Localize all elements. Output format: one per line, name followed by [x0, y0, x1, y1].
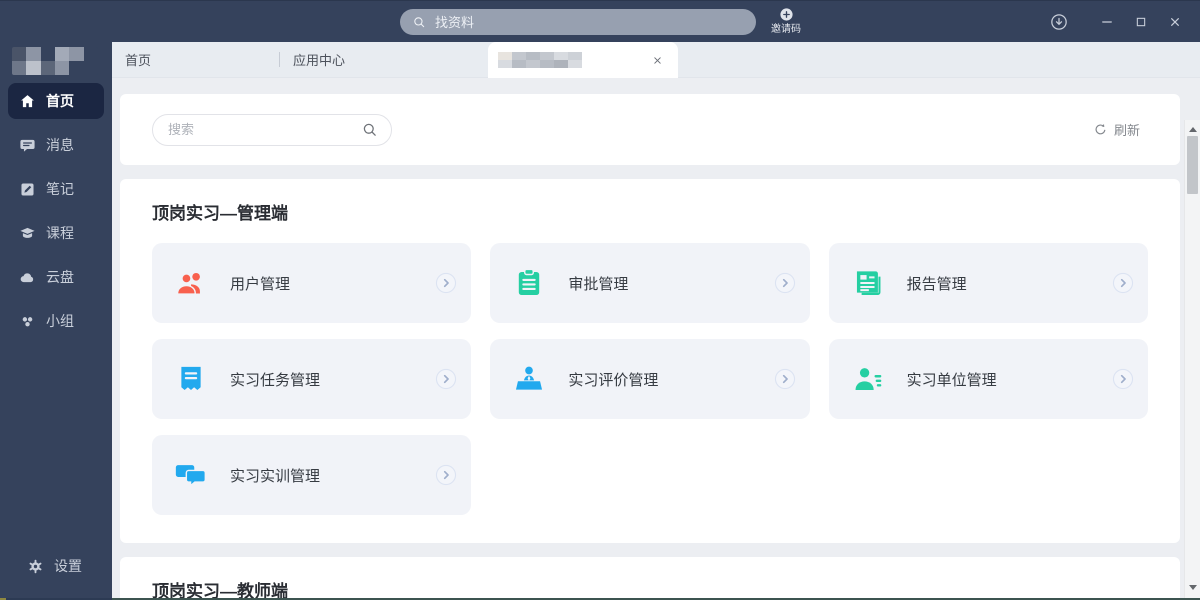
sidebar: 首页消息笔记课程云盘小组 设置: [0, 42, 112, 600]
tab-home-label: 首页: [125, 50, 151, 69]
sidebar-item-courses[interactable]: 课程: [8, 215, 104, 251]
main-area: 首页 应用中心: [112, 42, 1200, 600]
refresh-icon: [1093, 122, 1108, 137]
close-icon: [1167, 14, 1183, 30]
chat-bubbles-icon: [174, 458, 208, 492]
tile-label: 用户管理: [230, 273, 435, 294]
note-icon: [19, 181, 36, 198]
tile-label: 实习实训管理: [230, 465, 435, 486]
sidebar-nav-bottom: 设置: [8, 548, 104, 584]
tab-home[interactable]: 首页: [112, 42, 279, 77]
sidebar-item-label: 课程: [46, 223, 74, 243]
section-title: 顶岗实习—管理端: [152, 203, 1148, 225]
minimize-icon: [1099, 14, 1115, 30]
minimize-button[interactable]: [1090, 1, 1124, 43]
chevron-right-icon[interactable]: [774, 368, 796, 390]
report-icon: [851, 266, 885, 300]
search-card: 刷新: [120, 94, 1180, 165]
tile-label: 审批管理: [568, 273, 773, 294]
tab-app-center-label: 应用中心: [293, 50, 345, 69]
arrow-down-icon: [1189, 585, 1197, 590]
clipboard-icon: [512, 266, 546, 300]
sidebar-item-groups[interactable]: 小组: [8, 303, 104, 339]
tile-report-management[interactable]: 报告管理: [829, 243, 1148, 323]
sidebar-item-label: 首页: [46, 91, 74, 111]
tile-user-management[interactable]: 用户管理: [152, 243, 471, 323]
sidebar-item-label: 设置: [54, 556, 82, 576]
close-button[interactable]: [1158, 1, 1192, 43]
chevron-right-icon[interactable]: [774, 272, 796, 294]
scroll-up-button[interactable]: [1185, 122, 1200, 136]
sidebar-item-settings[interactable]: 设置: [16, 548, 96, 584]
refresh-button[interactable]: 刷新: [1093, 120, 1140, 139]
tab-current-app[interactable]: [488, 42, 678, 78]
tile-label: 实习评价管理: [568, 369, 773, 390]
search-icon: [412, 15, 426, 29]
group-icon: [19, 313, 36, 330]
sidebar-item-label: 笔记: [46, 179, 74, 199]
tile-internship-evaluation-management[interactable]: 实习评价管理: [490, 339, 809, 419]
tile-internship-task-management[interactable]: 实习任务管理: [152, 339, 471, 419]
scroll-down-button[interactable]: [1185, 580, 1200, 594]
download-icon: [1049, 12, 1069, 32]
sidebar-nav: 首页消息笔记课程云盘小组: [0, 83, 112, 339]
download-button[interactable]: [1042, 1, 1076, 43]
scrollbar-thumb[interactable]: [1187, 136, 1198, 194]
tab-app-center[interactable]: 应用中心: [280, 42, 447, 77]
chevron-right-icon[interactable]: [435, 464, 457, 486]
tile-label: 实习单位管理: [907, 369, 1112, 390]
chevron-right-icon[interactable]: [1112, 368, 1134, 390]
sidebar-item-cloud-drive[interactable]: 云盘: [8, 259, 104, 295]
chevron-right-icon[interactable]: [1112, 272, 1134, 294]
tile-label: 报告管理: [907, 273, 1112, 294]
refresh-label: 刷新: [1114, 120, 1140, 139]
cloud-icon: [19, 269, 36, 286]
users-icon: [174, 266, 208, 300]
tile-internship-training-management[interactable]: 实习实训管理: [152, 435, 471, 515]
app-search-input[interactable]: [166, 121, 353, 138]
section-teacher: 顶岗实习—教师端: [120, 557, 1180, 600]
tab-close-icon[interactable]: [651, 54, 664, 67]
sidebar-item-home[interactable]: 首页: [8, 83, 104, 119]
maximize-button[interactable]: [1124, 1, 1158, 43]
sidebar-item-label: 云盘: [46, 267, 74, 287]
section-grid-0: 用户管理 审批管理 报告管理实习任务管理 实习评价管理 实习单位管理实习实训管理: [152, 243, 1148, 515]
blurred-tab-title: [498, 52, 582, 68]
tab-bar: 首页 应用中心: [112, 42, 1200, 78]
tile-internship-unit-management[interactable]: 实习单位管理: [829, 339, 1148, 419]
titlebar: 邀请码: [0, 0, 1200, 42]
evaluation-icon: [512, 362, 546, 396]
global-search-box[interactable]: [400, 9, 756, 35]
sidebar-item-messages[interactable]: 消息: [8, 127, 104, 163]
global-search-input[interactable]: [433, 14, 744, 31]
invite-code-button[interactable]: 邀请码: [764, 6, 808, 35]
sidebar-item-label: 消息: [46, 135, 74, 155]
app-window: 邀请码 首页消息笔记课程云盘小组 设置: [0, 0, 1200, 600]
home-icon: [19, 93, 36, 110]
search-icon: [361, 121, 378, 138]
vertical-scrollbar[interactable]: [1184, 120, 1200, 600]
chevron-right-icon[interactable]: [435, 368, 457, 390]
course-icon: [19, 225, 36, 242]
maximize-icon: [1133, 14, 1149, 30]
invite-code-label: 邀请码: [771, 24, 801, 35]
section-admin: 顶岗实习—管理端 用户管理 审批管理 报告管理实习任务管理 实习评价管理 实习单位管理实…: [120, 179, 1180, 543]
page-content: 刷新 顶岗实习—管理端 用户管理 审批管理 报告管理实习任务管理 实习评价管理 实习单位…: [112, 78, 1184, 600]
sidebar-item-label: 小组: [46, 311, 74, 331]
tile-label: 实习任务管理: [230, 369, 435, 390]
company-contact-icon: [851, 362, 885, 396]
tile-approval-management[interactable]: 审批管理: [490, 243, 809, 323]
sidebar-item-notes[interactable]: 笔记: [8, 171, 104, 207]
gear-icon: [27, 558, 44, 575]
app-search-box[interactable]: [152, 114, 392, 146]
plus-circle-icon: [778, 6, 795, 23]
task-list-icon: [174, 362, 208, 396]
chevron-right-icon[interactable]: [435, 272, 457, 294]
arrow-up-icon: [1189, 127, 1197, 132]
window-controls: [1042, 1, 1192, 43]
message-icon: [19, 137, 36, 154]
blurred-logo: [12, 47, 98, 75]
